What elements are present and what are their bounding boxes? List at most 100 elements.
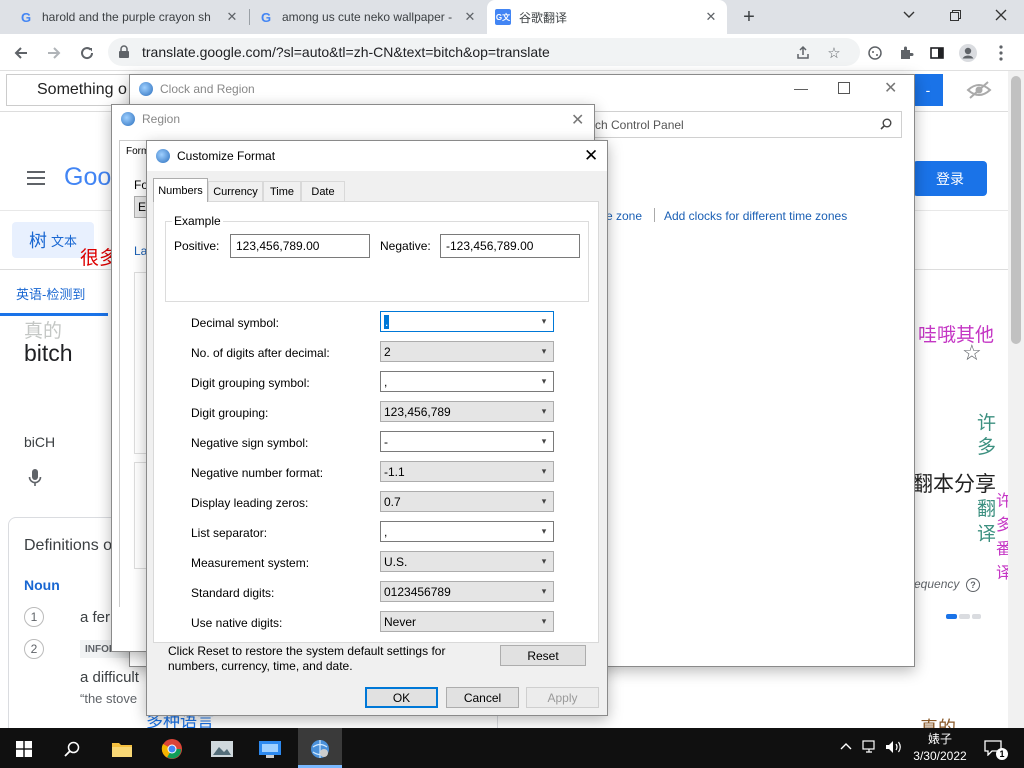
add-clocks-link[interactable]: Add clocks for different time zones [664,209,847,223]
chevron-down-icon[interactable]: ▾ [535,316,553,327]
search-icon[interactable] [880,118,892,133]
chevron-down-icon[interactable]: ▾ [535,616,553,627]
example-group-label: Example [172,214,223,228]
decimal-symbol-combo[interactable]: . ▾ [380,311,554,332]
list-separator-combo[interactable]: , ▾ [380,521,554,542]
change-time-zone-link[interactable]: e zone [606,209,642,223]
extension-cookie-icon[interactable] [864,42,886,64]
chevron-down-icon[interactable]: ▾ [535,556,553,567]
scrollbar-thumb[interactable] [1011,76,1021,344]
notification-badge: 1 [996,748,1008,760]
chevron-down-icon[interactable] [886,0,932,30]
clock-time: 婊子 [927,732,952,746]
tab-numbers[interactable]: Numbers [153,178,208,202]
search-control-panel-input[interactable]: ch Control Panel [590,111,902,138]
chevron-down-icon[interactable]: ▾ [535,496,553,507]
puzzle-icon[interactable] [895,42,917,64]
tab-time[interactable]: Time [263,181,301,201]
control-panel-icon [139,82,153,96]
cancel-button[interactable]: Cancel [446,687,519,708]
share-icon[interactable] [792,42,814,64]
maximize-button[interactable] [838,82,850,94]
digits-after-decimal-combo[interactable]: 2 ▾ [380,341,554,362]
combo-value: 123,456,789 [384,404,451,419]
use-native-digits-combo[interactable]: Never ▾ [380,611,554,632]
chrome-icon[interactable] [152,732,192,766]
combo-value: U.S. [384,554,408,569]
new-tab-button[interactable]: + [738,6,760,28]
star-icon[interactable]: ☆ [823,42,845,64]
chevron-down-icon[interactable]: ▾ [535,586,553,597]
close-button[interactable]: ✕ [884,78,897,98]
chevron-down-icon[interactable]: ▾ [535,346,553,357]
negative-label: Negative: [380,239,431,253]
close-button[interactable]: ✕ [571,110,584,130]
positive-example-field: 123,456,789.00 [230,234,370,258]
windows-start-icon[interactable] [4,732,44,766]
tab-formats[interactable]: Form [119,140,149,162]
detected-language-tab[interactable]: 英语-检测到 [16,284,85,303]
chevron-down-icon[interactable]: ▾ [535,406,553,417]
reset-button[interactable]: Reset [500,645,586,666]
region-titlebar: Region [121,112,180,126]
close-tab-icon[interactable]: ✕ [703,9,719,25]
hamburger-menu-icon[interactable] [26,170,46,189]
volume-icon[interactable] [885,740,903,757]
lock-icon [118,45,130,62]
restore-window-button[interactable] [932,0,978,30]
chevron-down-icon[interactable]: ▾ [535,466,553,477]
url-text[interactable]: translate.google.com/?sl=auto&tl=zh-CN&t… [142,44,550,60]
tab-among-us[interactable]: G among us cute neko wallpaper - ✕ [250,0,486,34]
tab-date[interactable]: Date [301,181,345,201]
tab-harold[interactable]: G harold and the purple crayon sh ✕ [10,0,248,34]
login-button[interactable]: 登录 [913,161,987,196]
standard-digits-combo[interactable]: 0123456789 ▾ [380,581,554,602]
chevron-down-icon[interactable]: ▾ [535,436,553,447]
negative-sign-symbol-combo[interactable]: - ▾ [380,431,554,452]
help-icon[interactable]: ? [966,578,980,592]
chevron-up-icon[interactable] [840,738,852,753]
close-button[interactable]: ✕ [584,146,598,166]
source-text[interactable]: bitch [24,340,73,367]
menu-dots-icon[interactable] [990,42,1012,64]
network-icon[interactable] [862,740,878,757]
file-explorer-icon[interactable] [102,732,142,766]
digit-grouping-symbol-combo[interactable]: , ▾ [380,371,554,392]
ok-button[interactable]: OK [365,687,438,708]
tab-currency[interactable]: Currency [208,181,263,201]
eye-off-icon[interactable] [966,80,992,103]
display-leading-zeros-combo[interactable]: 0.7 ▾ [380,491,554,512]
taskbar-clock[interactable]: 婊子 3/30/2022 [910,731,970,765]
photos-app-icon[interactable] [202,732,242,766]
search-overlay-input[interactable]: Something o [6,74,132,106]
microphone-icon[interactable] [28,468,42,491]
star-icon[interactable]: ☆ [962,340,982,366]
chevron-down-icon[interactable]: ▾ [535,526,553,537]
region-globe-icon [121,112,135,126]
close-window-button[interactable] [978,0,1024,30]
frequency-bar [959,614,970,619]
close-tab-icon[interactable]: ✕ [462,9,478,25]
tab-google-translate[interactable]: G文 谷歌翻译 ✕ [487,0,727,34]
negative-number-format-combo[interactable]: -1.1 ▾ [380,461,554,482]
chevron-down-icon[interactable]: ▾ [535,376,553,387]
tab-title: 谷歌翻译 [519,10,568,25]
search-icon[interactable] [52,732,92,766]
close-tab-icon[interactable]: ✕ [224,9,240,25]
digit-grouping-combo[interactable]: 123,456,789 ▾ [380,401,554,422]
forward-arrow-icon[interactable] [43,42,65,64]
definition-text: a fer [80,609,111,626]
combo-value: Never [384,614,417,629]
control-panel-icon[interactable] [300,732,340,766]
combo-value: . [384,314,390,329]
side-panel-icon[interactable] [926,42,948,64]
remote-desktop-icon[interactable] [250,732,290,766]
profile-avatar-icon[interactable] [957,42,979,64]
apply-button[interactable]: Apply [526,687,599,708]
reload-icon[interactable] [76,42,98,64]
back-arrow-icon[interactable] [10,42,32,64]
negative-number-format-label: Negative number format: [191,466,324,480]
overlay-dash-button[interactable]: - [913,74,943,106]
minimize-button[interactable]: — [794,80,808,96]
measurement-system-combo[interactable]: U.S. ▾ [380,551,554,572]
